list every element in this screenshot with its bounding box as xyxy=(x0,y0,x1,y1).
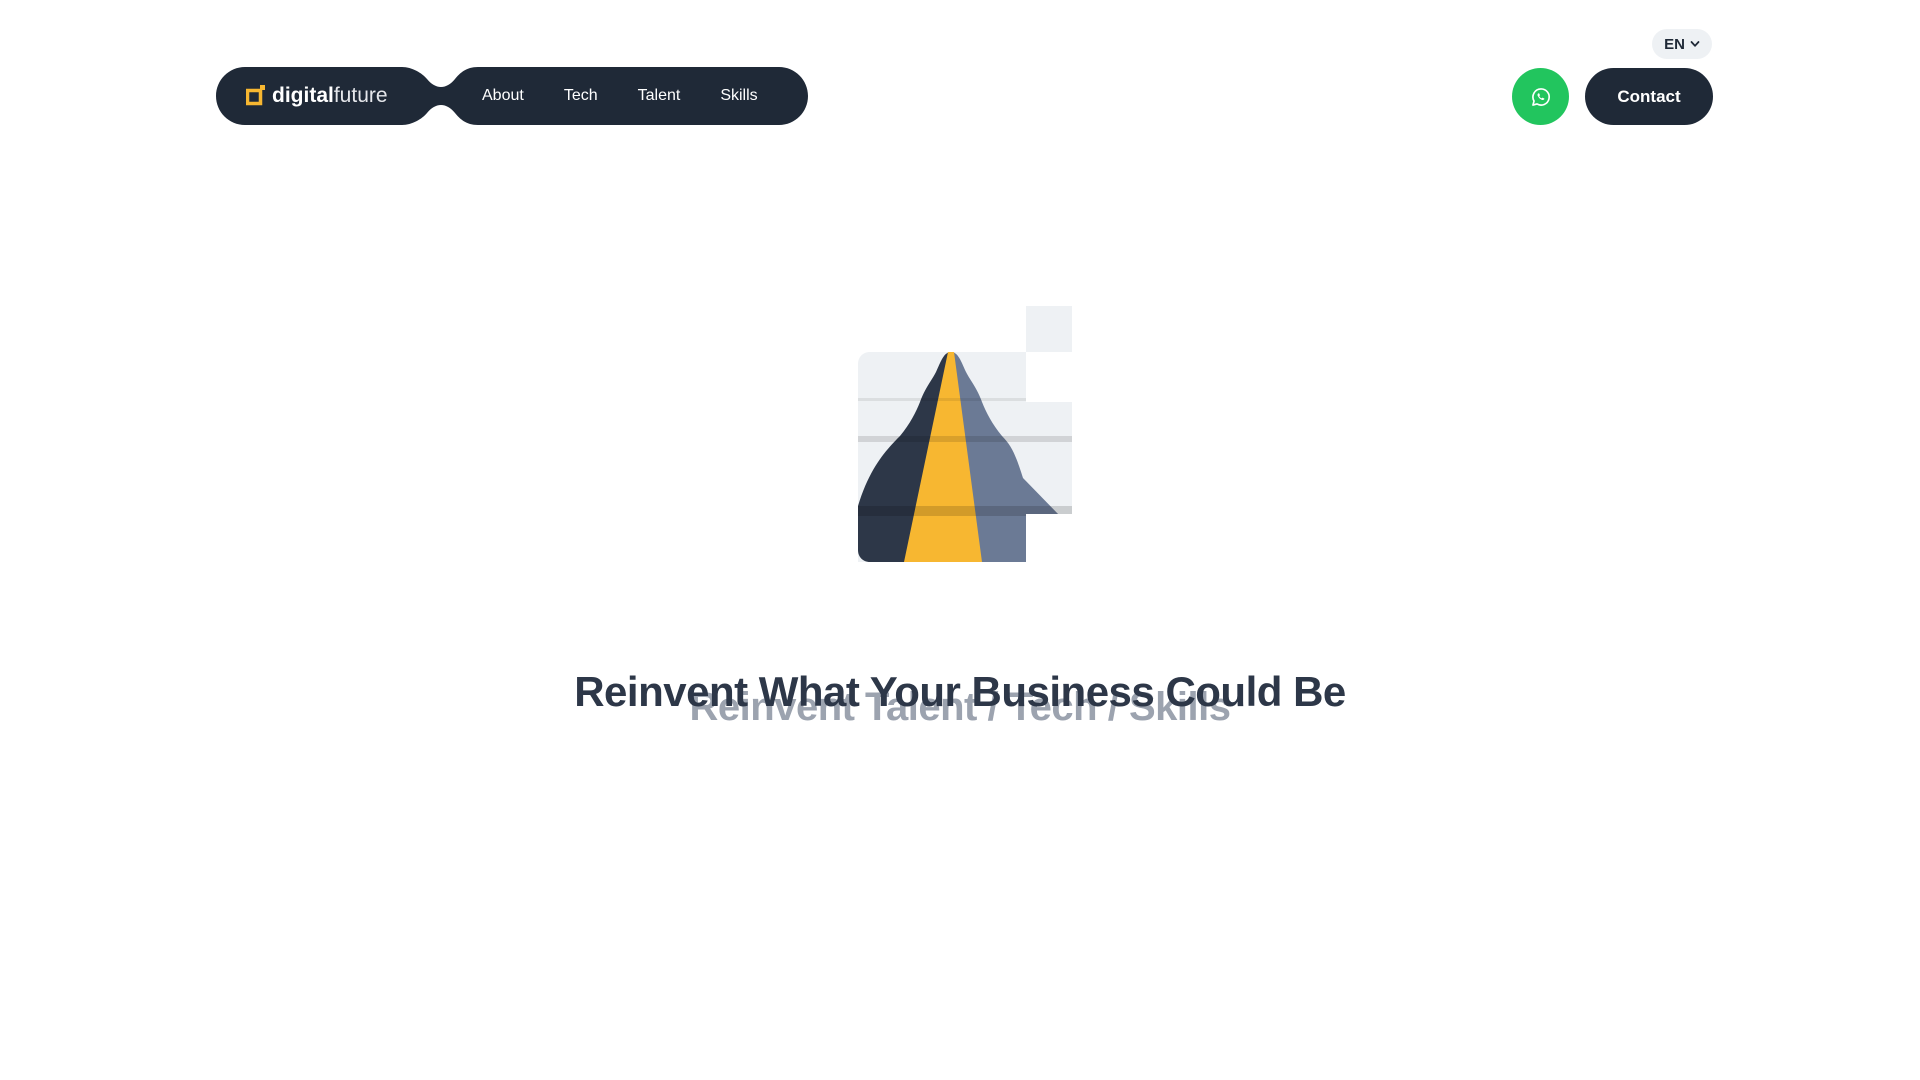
hero-headline: Reinvent What Your Business Could Be xyxy=(574,668,1346,715)
nav-item-about[interactable]: About xyxy=(462,67,544,125)
language-switcher[interactable]: EN xyxy=(1652,29,1712,59)
logo-text-light: future xyxy=(333,84,388,107)
main-nav: About Tech Talent Skills xyxy=(462,67,778,125)
whatsapp-button[interactable] xyxy=(1512,68,1569,125)
nav-item-tech[interactable]: Tech xyxy=(544,67,618,125)
contact-button[interactable]: Contact xyxy=(1585,68,1713,125)
logo-link[interactable]: digitalfuture xyxy=(246,83,388,109)
language-label: EN xyxy=(1664,35,1685,53)
nav-item-skills[interactable]: Skills xyxy=(700,67,777,125)
whatsapp-icon xyxy=(1531,87,1550,106)
logo-mark-icon xyxy=(246,85,265,106)
logo-text-bold: digital xyxy=(272,84,334,107)
road-mountain-illustration xyxy=(858,306,1072,562)
chevron-down-icon xyxy=(1690,41,1700,47)
page: EN digitalfuture About Tech Talent Skill… xyxy=(0,0,1920,1080)
nav-item-talent[interactable]: Talent xyxy=(618,67,701,125)
